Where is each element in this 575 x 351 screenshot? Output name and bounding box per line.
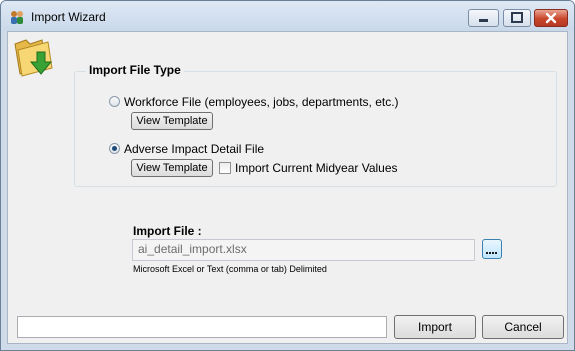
import-midyear-label[interactable]: Import Current Midyear Values [235,161,398,175]
wizard-content: Import File Type Workforce File (employe… [7,31,568,344]
status-field[interactable] [17,316,387,338]
workforce-file-label[interactable]: Workforce File (employees, jobs, departm… [124,95,399,109]
import-file-hint: Microsoft Excel or Text (comma or tab) D… [133,264,327,274]
browse-button[interactable] [482,239,502,259]
import-midyear-checkbox[interactable] [219,162,231,174]
title-bar[interactable]: Import Wizard [1,1,574,31]
view-template-workforce-button[interactable]: View Template [131,112,213,130]
adverse-impact-label[interactable]: Adverse Impact Detail File [124,142,264,156]
workforce-file-radio[interactable] [109,96,120,107]
minimize-button[interactable] [468,9,499,27]
folder-download-icon [14,39,53,77]
import-file-label: Import File : [133,224,202,238]
import-button[interactable]: Import [394,315,476,339]
import-file-input[interactable]: ai_detail_import.xlsx [132,239,475,261]
cancel-button[interactable]: Cancel [482,315,564,339]
close-icon [545,12,557,24]
maximize-icon [511,12,523,23]
view-template-adverse-button[interactable]: View Template [131,159,213,177]
import-wizard-window: Import Wizard Import File Type Workforce… [0,0,575,351]
file-type-title: Import File Type [86,63,184,77]
window-title: Import Wizard [31,10,106,24]
maximize-button[interactable] [503,9,531,27]
close-button[interactable] [534,9,568,27]
ellipsis-icon [486,252,497,254]
minimize-icon [479,19,488,22]
adverse-impact-radio[interactable] [109,143,120,154]
people-app-icon [11,11,23,24]
